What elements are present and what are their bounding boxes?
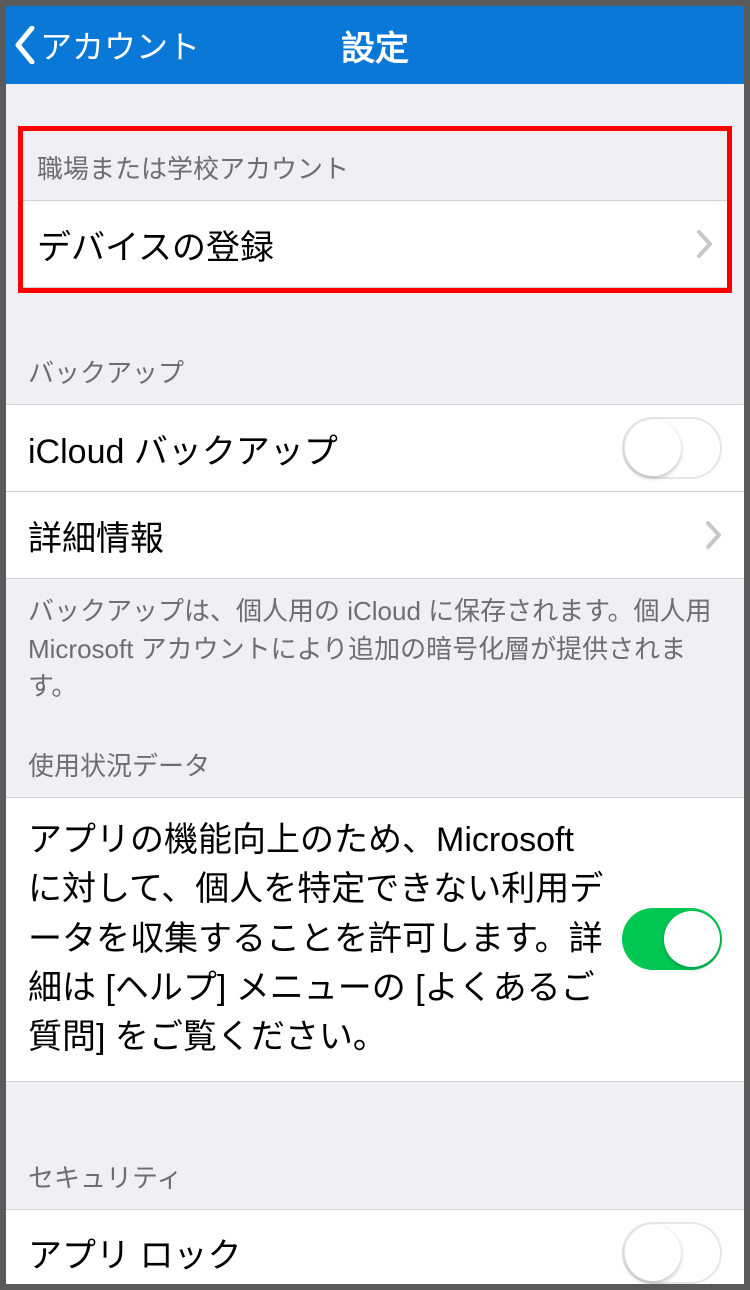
- icloud-backup-cell[interactable]: iCloud バックアップ: [6, 404, 744, 492]
- device-registration-cell[interactable]: デバイスの登録: [23, 200, 727, 288]
- usage-data-description: アプリの機能向上のため、Microsoft に対して、個人を特定できない利用デー…: [28, 816, 622, 1062]
- work-school-highlight: 職場または学校アカウント デバイスの登録: [18, 126, 732, 293]
- navbar: アカウント 設定: [6, 6, 744, 84]
- security-header: セキュリティ: [6, 1130, 744, 1209]
- app-lock-cell[interactable]: アプリ ロック: [6, 1209, 744, 1284]
- chevron-right-icon: [697, 230, 713, 258]
- back-label: アカウント: [40, 22, 200, 68]
- usage-data-cell[interactable]: アプリの機能向上のため、Microsoft に対して、個人を特定できない利用デー…: [6, 797, 744, 1081]
- backup-footer: バックアップは、個人用の iCloud に保存されます。個人用 Microsof…: [6, 579, 744, 706]
- backup-details-label: 詳細情報: [28, 511, 706, 560]
- backup-details-cell[interactable]: 詳細情報: [6, 491, 744, 579]
- usage-data-toggle[interactable]: [622, 908, 722, 970]
- chevron-right-icon: [706, 521, 722, 549]
- back-button[interactable]: アカウント: [6, 22, 200, 68]
- icloud-backup-toggle[interactable]: [622, 417, 722, 479]
- chevron-left-icon: [14, 26, 36, 64]
- usage-header: 使用状況データ: [6, 706, 744, 797]
- icloud-backup-label: iCloud バックアップ: [28, 424, 622, 473]
- app-lock-label: アプリ ロック: [28, 1228, 622, 1277]
- app-lock-toggle[interactable]: [622, 1222, 722, 1284]
- work-school-header: 職場または学校アカウント: [23, 131, 727, 200]
- backup-header: バックアップ: [6, 293, 744, 404]
- device-registration-label: デバイスの登録: [37, 220, 697, 269]
